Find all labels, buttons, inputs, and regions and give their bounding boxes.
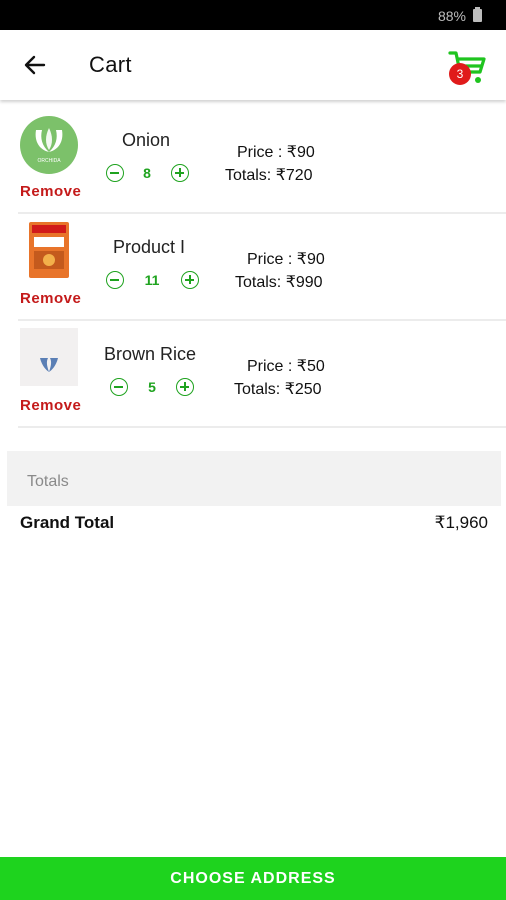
product-name: Brown Rice (104, 344, 197, 364)
grand-total-value: ₹1,960 (434, 513, 488, 532)
line-total: Totals: ₹990 (235, 274, 323, 291)
increase-quantity-icon[interactable] (171, 164, 189, 182)
line-total: Totals: ₹250 (234, 381, 322, 398)
totals-section: Totals (7, 451, 501, 506)
status-bar: 88% (0, 0, 506, 30)
cart-badge: 3 (449, 63, 471, 85)
line-total: Totals: ₹720 (225, 167, 313, 184)
unit-price: Price : ₹50 (247, 358, 325, 375)
increase-quantity-icon[interactable] (181, 271, 199, 289)
battery-level: 88% (437, 8, 466, 24)
logo-text: ORCHIDA (37, 158, 61, 164)
remove-button[interactable]: Remove (20, 397, 81, 414)
product-image (20, 328, 78, 386)
product-name: Product I (113, 237, 186, 257)
cart-item: Remove Brown Rice 5 Price : ₹50 Totals: … (18, 320, 506, 428)
product-image (20, 221, 78, 279)
quantity-value: 11 (144, 272, 160, 288)
battery-icon (473, 7, 482, 22)
product-image: ORCHIDA (20, 116, 78, 174)
totals-section-label: Totals (27, 473, 69, 490)
cart-item: ORCHIDA Remove Onion 8 Price : ₹90 Total… (18, 106, 506, 214)
unit-price: Price : ₹90 (247, 251, 325, 268)
choose-address-button[interactable]: CHOOSE ADDRESS (0, 857, 506, 900)
unit-price: Price : ₹90 (237, 144, 315, 161)
quantity-value: 5 (148, 379, 156, 395)
increase-quantity-icon[interactable] (176, 378, 194, 396)
quantity-value: 8 (143, 165, 151, 181)
cart-item: Remove Product I 11 Price : ₹90 Totals: … (18, 213, 506, 321)
decrease-quantity-icon[interactable] (110, 378, 128, 396)
product-name: Onion (122, 130, 171, 150)
back-arrow-icon[interactable] (20, 50, 50, 80)
decrease-quantity-icon[interactable] (106, 271, 124, 289)
remove-button[interactable]: Remove (20, 183, 81, 200)
page-title: Cart (89, 52, 132, 77)
grand-total-label: Grand Total (20, 513, 115, 532)
remove-button[interactable]: Remove (20, 290, 81, 307)
decrease-quantity-icon[interactable] (106, 164, 124, 182)
app-bar: Cart (0, 30, 506, 100)
